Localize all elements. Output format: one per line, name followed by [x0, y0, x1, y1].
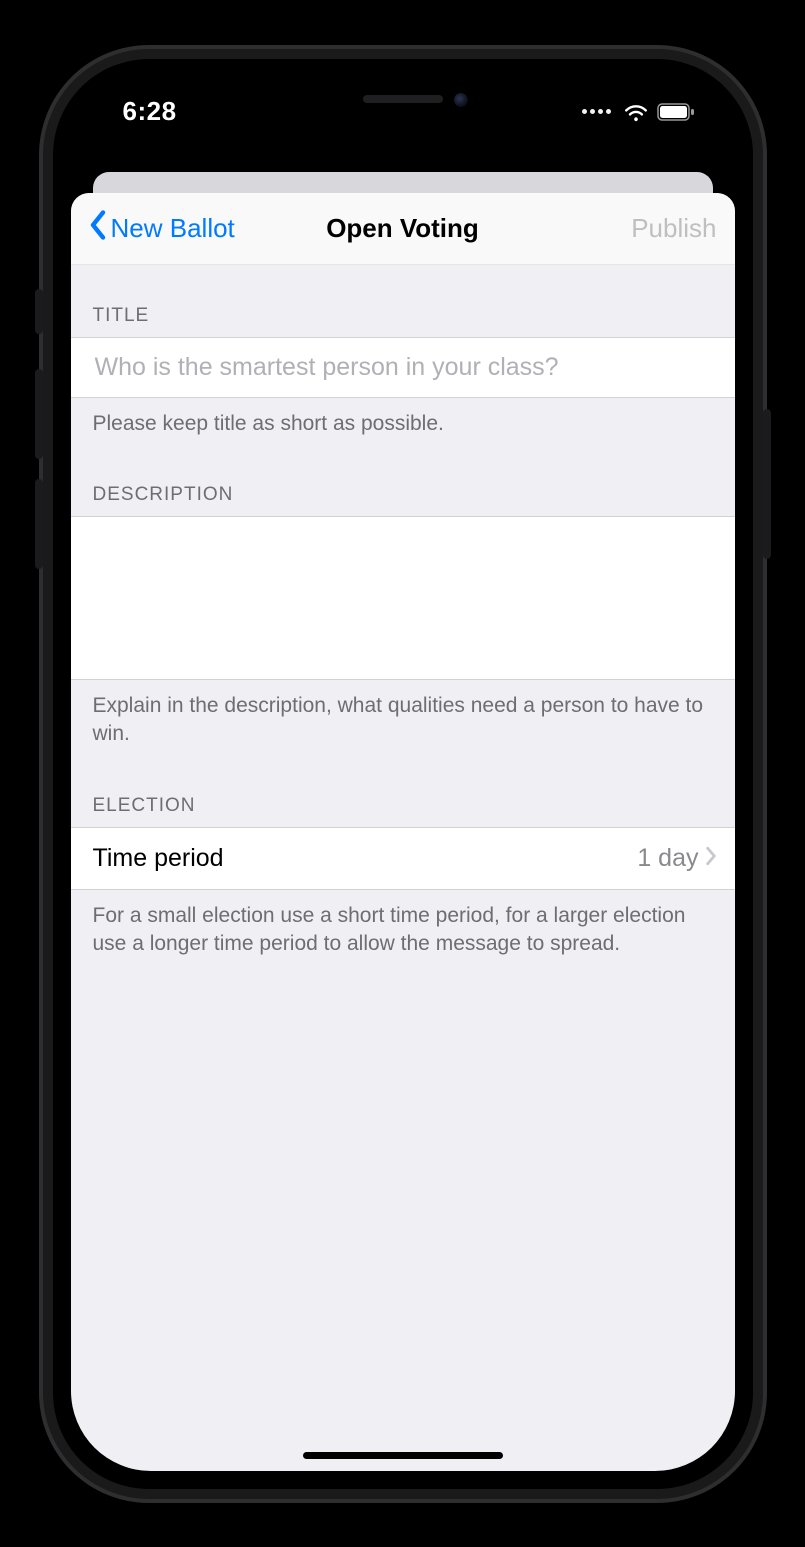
time-period-value: 1 day: [637, 844, 698, 873]
status-indicators: [582, 102, 701, 122]
chevron-right-icon: [705, 846, 717, 871]
time-period-label: Time period: [93, 844, 224, 873]
form-content[interactable]: TITLE Please keep title as short as poss…: [71, 265, 735, 1471]
chevron-left-icon: [89, 210, 107, 247]
title-cell[interactable]: [71, 337, 735, 398]
status-time: 6:28: [105, 96, 177, 127]
title-input[interactable]: [93, 352, 713, 383]
back-button-label: New Ballot: [111, 213, 235, 244]
wifi-icon: [623, 102, 649, 122]
back-button[interactable]: New Ballot: [89, 210, 235, 247]
section-header-election: ELECTION: [71, 769, 735, 827]
dots-icon: [582, 109, 611, 114]
section-header-title: TITLE: [71, 265, 735, 337]
time-period-row[interactable]: Time period 1 day: [71, 827, 735, 890]
section-footer-title: Please keep title as short as possible.: [71, 398, 735, 458]
nav-bar: New Ballot Open Voting Publish: [71, 193, 735, 265]
modal-sheet: New Ballot Open Voting Publish TITLE Ple…: [71, 193, 735, 1471]
publish-button[interactable]: Publish: [631, 213, 716, 244]
section-footer-election: For a small election use a short time pe…: [71, 890, 735, 979]
home-indicator[interactable]: [303, 1452, 503, 1459]
description-input[interactable]: [93, 531, 713, 665]
section-footer-description: Explain in the description, what qualiti…: [71, 680, 735, 769]
description-cell[interactable]: [71, 516, 735, 680]
battery-icon: [657, 103, 695, 121]
section-header-description: DESCRIPTION: [71, 458, 735, 516]
